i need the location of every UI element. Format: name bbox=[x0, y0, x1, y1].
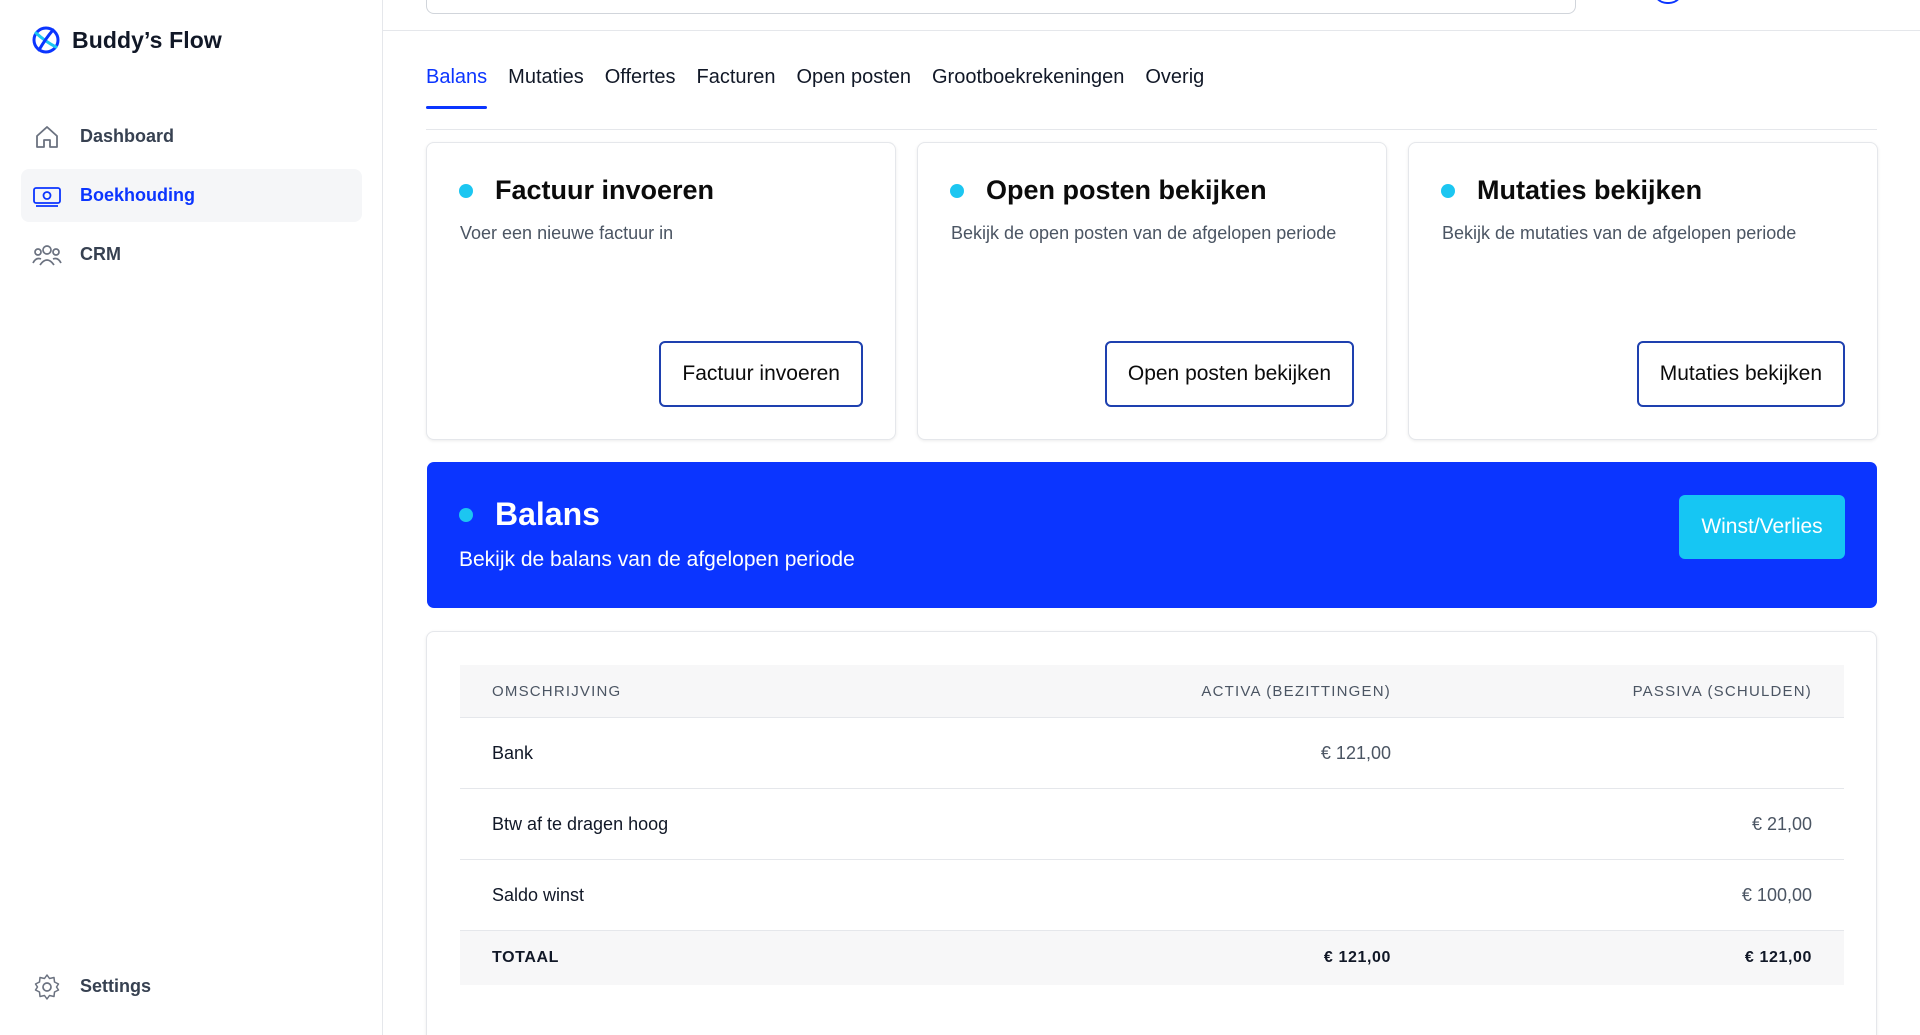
total-passiva: € 121,00 bbox=[1744, 949, 1812, 966]
table-header: OMSCHRIJVING ACTIVA (BEZITTINGEN) PASSIV… bbox=[460, 665, 1844, 718]
tab-mutaties[interactable]: Mutaties bbox=[508, 62, 584, 108]
card-description: Voer een nieuwe factuur in bbox=[460, 223, 674, 243]
column-header-omschrijving: OMSCHRIJVING bbox=[492, 682, 622, 700]
users-icon bbox=[32, 240, 62, 270]
sidebar-item-boekhouding[interactable]: Boekhouding bbox=[21, 169, 362, 222]
logo-icon bbox=[32, 26, 60, 54]
search-input[interactable] bbox=[426, 0, 1576, 14]
sidebar: Buddy’s Flow Dashboard Boekhouding CRM S… bbox=[0, 0, 383, 1035]
banner-title: Balans bbox=[459, 496, 600, 533]
card-title-text: Factuur invoeren bbox=[495, 175, 715, 205]
card-mutaties: Mutaties bekijken Bekijk de mutaties van… bbox=[1408, 142, 1878, 440]
table-row: Saldo winst € 100,00 bbox=[460, 860, 1844, 931]
cell-omschrijving: Btw af te dragen hoog bbox=[492, 813, 669, 834]
table-row: Btw af te dragen hoog € 21,00 bbox=[460, 789, 1844, 860]
home-icon bbox=[32, 122, 62, 152]
banner-description: Bekijk de balans van de afgelopen period… bbox=[459, 548, 855, 571]
status-dot-icon bbox=[459, 507, 473, 522]
sidebar-item-label: Settings bbox=[80, 976, 152, 996]
card-open-posten: Open posten bekijken Bekijk de open post… bbox=[917, 142, 1387, 440]
open-posten-button[interactable]: Open posten bekijken bbox=[1104, 341, 1354, 407]
card-description: Bekijk de mutaties van de afgelopen peri… bbox=[1442, 223, 1797, 243]
sidebar-bottom: Settings bbox=[21, 960, 362, 1019]
action-cards: Factuur invoeren Voer een nieuwe factuur… bbox=[426, 142, 1878, 440]
mutaties-button[interactable]: Mutaties bekijken bbox=[1636, 341, 1845, 407]
balans-table: OMSCHRIJVING ACTIVA (BEZITTINGEN) PASSIV… bbox=[460, 665, 1844, 985]
tab-grootboekrekeningen[interactable]: Grootboekrekeningen bbox=[932, 62, 1124, 108]
sidebar-item-dashboard[interactable]: Dashboard bbox=[21, 110, 362, 163]
card-title-text: Mutaties bekijken bbox=[1477, 175, 1703, 205]
cell-passiva: € 100,00 bbox=[1741, 884, 1812, 905]
column-header-activa: ACTIVA (BEZITTINGEN) bbox=[1201, 682, 1391, 700]
total-activa: € 121,00 bbox=[1323, 949, 1391, 966]
cell-activa: € 121,00 bbox=[1320, 742, 1391, 763]
table-row: Bank € 121,00 bbox=[460, 718, 1844, 789]
app-root: Buddy’s Flow Dashboard Boekhouding CRM S… bbox=[0, 0, 1920, 1035]
tab-facturen[interactable]: Facturen bbox=[697, 62, 776, 108]
tab-open-posten[interactable]: Open posten bbox=[796, 62, 911, 108]
status-dot-icon bbox=[1441, 183, 1455, 198]
tab-bar: Balans Mutaties Offertes Facturen Open p… bbox=[426, 62, 1877, 130]
sidebar-item-label: Boekhouding bbox=[80, 185, 195, 205]
banner-title-text: Balans bbox=[495, 496, 600, 532]
card-title: Factuur invoeren bbox=[459, 175, 714, 206]
brand[interactable]: Buddy’s Flow bbox=[30, 22, 222, 58]
tab-offertes[interactable]: Offertes bbox=[605, 62, 676, 108]
sidebar-item-label: Dashboard bbox=[80, 126, 175, 146]
tab-overig[interactable]: Overig bbox=[1145, 62, 1204, 108]
status-dot-icon bbox=[459, 183, 473, 198]
balans-table-panel: OMSCHRIJVING ACTIVA (BEZITTINGEN) PASSIV… bbox=[426, 631, 1877, 1035]
table-total-row: TOTAAL € 121,00 € 121,00 bbox=[460, 931, 1844, 985]
balans-banner: Balans Bekijk de balans van de afgelopen… bbox=[427, 462, 1877, 608]
winst-verlies-button[interactable]: Winst/Verlies bbox=[1679, 495, 1845, 559]
column-header-passiva: PASSIVA (SCHULDEN) bbox=[1632, 682, 1812, 700]
card-title: Open posten bekijken bbox=[950, 175, 1267, 206]
avatar[interactable] bbox=[1653, 0, 1683, 4]
total-label: TOTAAL bbox=[492, 949, 559, 966]
sidebar-nav: Dashboard Boekhouding CRM bbox=[21, 110, 362, 287]
factuur-invoeren-button[interactable]: Factuur invoeren bbox=[659, 341, 863, 407]
card-factuur-invoeren: Factuur invoeren Voer een nieuwe factuur… bbox=[426, 142, 896, 440]
sidebar-item-label: CRM bbox=[80, 244, 121, 264]
sidebar-item-crm[interactable]: CRM bbox=[21, 228, 362, 281]
status-dot-icon bbox=[950, 183, 964, 198]
topbar bbox=[383, 0, 1920, 31]
cell-omschrijving: Bank bbox=[492, 742, 534, 763]
brand-name: Buddy’s Flow bbox=[72, 26, 222, 53]
tab-balans[interactable]: Balans bbox=[426, 62, 488, 109]
gear-icon bbox=[32, 972, 62, 1002]
card-title-text: Open posten bekijken bbox=[986, 175, 1267, 205]
card-title: Mutaties bekijken bbox=[1441, 175, 1702, 206]
cell-omschrijving: Saldo winst bbox=[492, 884, 585, 905]
banknote-icon bbox=[32, 181, 62, 211]
card-description: Bekijk de open posten van de afgelopen p… bbox=[951, 223, 1337, 243]
sidebar-item-settings[interactable]: Settings bbox=[21, 960, 362, 1013]
cell-passiva: € 21,00 bbox=[1751, 813, 1812, 834]
